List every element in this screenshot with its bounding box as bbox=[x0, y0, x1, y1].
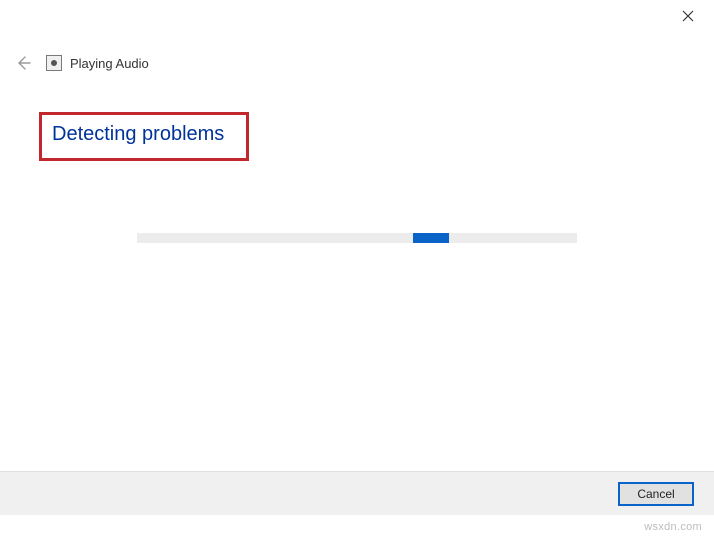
window-title: Playing Audio bbox=[70, 56, 149, 71]
footer-bar: Cancel bbox=[0, 471, 714, 515]
watermark-text: wsxdn.com bbox=[644, 521, 702, 533]
troubleshooter-icon bbox=[46, 55, 62, 71]
heading-highlight-box: Detecting problems bbox=[39, 112, 249, 161]
header-bar: Playing Audio bbox=[0, 40, 714, 72]
title-group: Playing Audio bbox=[46, 55, 149, 71]
cancel-button[interactable]: Cancel bbox=[618, 482, 694, 506]
content-area: Detecting problems bbox=[0, 72, 714, 243]
progress-indicator bbox=[413, 233, 449, 243]
back-button[interactable] bbox=[14, 54, 32, 72]
back-arrow-icon bbox=[15, 55, 31, 71]
titlebar bbox=[0, 0, 714, 40]
close-icon bbox=[682, 10, 694, 22]
status-heading: Detecting problems bbox=[52, 123, 224, 146]
progress-bar bbox=[137, 233, 577, 243]
close-button[interactable] bbox=[680, 8, 696, 24]
